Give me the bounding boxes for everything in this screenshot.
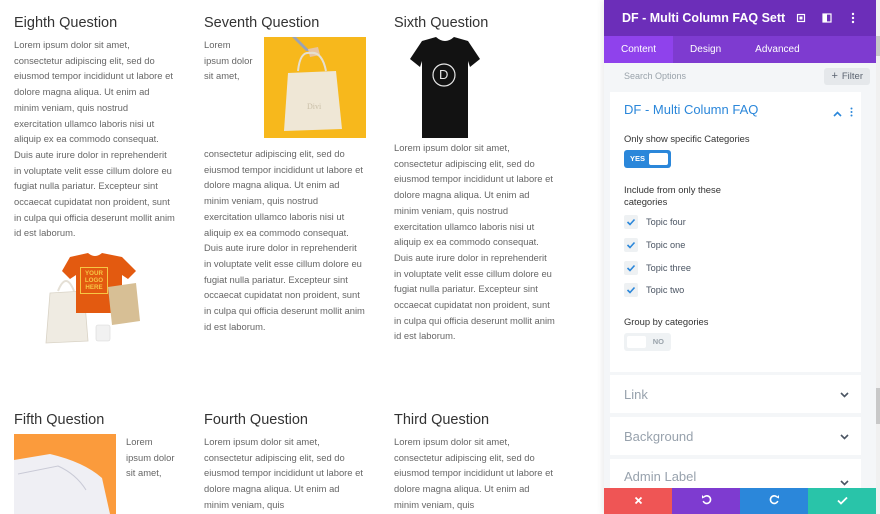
section-link[interactable]: Link [610,375,861,413]
scrollbar-thumb-secondary[interactable] [876,388,880,424]
tab-advanced[interactable]: Advanced [738,36,816,63]
faq-title: Seventh Question [204,15,320,31]
redo-icon [769,492,780,510]
module-title[interactable]: DF - Multi Column FAQ [624,102,758,117]
merch-logo-text: YOUR LOGO HERE [80,267,108,295]
checkbox-checked-icon[interactable] [624,238,638,253]
undo-button[interactable] [672,488,740,514]
save-button[interactable] [808,488,876,514]
chevron-up-icon[interactable] [833,104,842,122]
category-label: Topic one [646,240,686,251]
category-item[interactable]: Topic four [624,211,691,234]
chevron-down-icon [840,469,849,488]
toggle-knob [627,336,646,348]
undo-icon [701,492,712,510]
search-input[interactable]: Search Options [624,71,824,81]
tab-content[interactable]: Content [604,36,674,63]
faq-title: Eighth Question [14,15,118,31]
category-item[interactable]: Topic one [624,234,691,257]
panel-header: DF - Multi Column FAQ Sett… [604,0,876,36]
faq-answer: consectetur adipiscing elit, sed do eius… [204,148,365,332]
chevron-down-icon [840,385,849,403]
panel-tabs: Content Design Advanced [604,36,876,63]
module-settings-card: DF - Multi Column FAQ Only show specific… [610,92,861,372]
checkbox-checked-icon[interactable] [624,215,638,230]
fullscreen-icon[interactable] [790,8,812,28]
category-label: Topic four [646,217,686,228]
faq-item-fifth: Fifth Question Lorem ipsum dolor sit ame… [14,411,176,514]
faq-title: Fourth Question [204,412,308,428]
faq-item-fourth: Fourth Question Lorem ipsum dolor sit am… [204,411,366,513]
group-by-toggle[interactable]: NO [624,333,671,351]
section-more-icon[interactable] [850,104,853,122]
section-background[interactable]: Background [610,417,861,455]
page-scrollbar[interactable] [876,0,880,514]
toggle-yes-text: YES [630,154,646,163]
category-list: Topic four Topic one Topic three Topic t… [624,211,691,302]
include-label: Include from only these categories [624,184,721,207]
faq-title: Third Question [394,412,490,428]
tote-bag-image: Divi [264,37,366,138]
faq-title: Sixth Question [394,15,489,31]
only-specific-label: Only show specific Categories [624,133,750,144]
category-item[interactable]: Topic two [624,279,691,302]
scrollbar-thumb[interactable] [876,36,880,56]
tab-design[interactable]: Design [673,36,738,63]
filter-label: Filter [841,70,863,82]
discard-button[interactable] [604,488,672,514]
faq-answer: Lorem ipsum dolor sit amet, consectetur … [394,142,555,342]
merch-image: YOUR LOGO HERE [44,251,146,347]
faq-title: Fifth Question [14,412,105,428]
category-label: Topic three [646,262,691,273]
checkbox-checked-icon[interactable] [624,283,638,298]
paper-image [14,434,116,514]
category-item[interactable]: Topic three [624,256,691,279]
checkbox-checked-icon[interactable] [624,260,638,275]
category-label: Topic two [646,285,685,296]
group-by-label: Group by categories [624,316,709,327]
search-bar: Search Options + Filter [604,63,876,89]
section-title: Admin Label [624,469,697,484]
faq-item-seventh: Seventh Question Divi Lorem ipsum dolor … [204,14,366,334]
split-view-icon[interactable] [816,8,838,28]
faq-answer: Lorem ipsum dolor sit amet, consectetur … [394,436,553,510]
panel-title: DF - Multi Column FAQ Sett… [622,11,786,25]
faq-item-third: Third Question Lorem ipsum dolor sit ame… [394,411,556,513]
filter-button[interactable]: + Filter [824,67,870,85]
tshirt-image: D [394,37,496,138]
faq-item-eighth: Eighth Question Lorem ipsum dolor sit am… [14,14,176,347]
toggle-knob [649,153,668,165]
checkmark-icon [836,492,848,510]
section-admin-label[interactable]: Admin Label [610,459,861,488]
section-title: Link [624,386,648,402]
plus-icon: + [831,69,838,82]
divi-logo: D [439,67,449,82]
panel-footer [604,488,876,514]
section-title: Background [624,428,694,444]
chevron-down-icon [840,427,849,445]
more-options-icon[interactable] [842,8,864,28]
toggle-no-text: NO [652,337,664,346]
close-icon [634,492,643,510]
only-specific-toggle[interactable]: YES [624,150,671,168]
faq-answer: Lorem ipsum dolor sit amet, consectetur … [204,436,363,510]
faq-item-sixth: Sixth Question D Lorem ipsum dolor sit a… [394,14,556,344]
tote-bag-label: Divi [307,102,322,111]
faq-answer: Lorem ipsum dolor sit amet, consectetur … [14,39,175,239]
redo-button[interactable] [740,488,808,514]
